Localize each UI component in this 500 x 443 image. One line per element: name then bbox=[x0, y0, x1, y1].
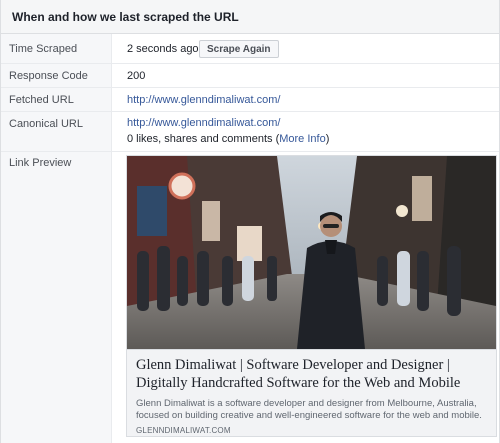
time-scraped-value: 2 seconds ago bbox=[127, 43, 199, 55]
fetched-url-link[interactable]: http://www.glenndimaliwat.com/ bbox=[127, 94, 280, 106]
row-fetched-url: Fetched URL http://www.glenndimaliwat.co… bbox=[1, 88, 499, 112]
row-label: Time Scraped bbox=[9, 43, 78, 55]
panel-header: When and how we last scraped the URL bbox=[1, 0, 499, 34]
more-info-link[interactable]: More Info bbox=[279, 133, 325, 145]
row-canonical-url: Canonical URL http://www.glenndimaliwat.… bbox=[1, 112, 499, 152]
response-code-value: 200 bbox=[127, 70, 146, 82]
scrape-again-button[interactable]: Scrape Again bbox=[199, 40, 279, 58]
likes-text: 0 likes, shares and comments (More Info) bbox=[127, 133, 329, 145]
row-label: Fetched URL bbox=[9, 94, 74, 106]
scrape-info-panel: When and how we last scraped the URL Tim… bbox=[0, 0, 500, 443]
row-label: Canonical URL bbox=[9, 118, 83, 130]
row-label: Link Preview bbox=[9, 157, 72, 169]
preview-text-area: Glenn Dimaliwat | Software Developer and… bbox=[127, 349, 496, 436]
likes-count-text: 0 likes, shares and comments ( bbox=[127, 133, 280, 145]
preview-description: Glenn Dimaliwat is a software developer … bbox=[136, 398, 482, 421]
link-preview-card[interactable]: Glenn Dimaliwat | Software Developer and… bbox=[126, 155, 497, 437]
panel-title: When and how we last scraped the URL bbox=[12, 10, 239, 24]
likes-close-paren: ) bbox=[325, 133, 330, 145]
preview-domain: GLENNDIMALIWAT.COM bbox=[136, 426, 231, 435]
row-response-code: Response Code 200 bbox=[1, 64, 499, 88]
preview-image bbox=[127, 156, 496, 349]
row-time-scraped: Time Scraped 2 seconds ago Scrape Again bbox=[1, 34, 499, 64]
canonical-url-link[interactable]: http://www.glenndimaliwat.com/ bbox=[127, 117, 280, 129]
row-label: Response Code bbox=[9, 70, 88, 82]
preview-title[interactable]: Glenn Dimaliwat | Software Developer and… bbox=[136, 356, 488, 392]
